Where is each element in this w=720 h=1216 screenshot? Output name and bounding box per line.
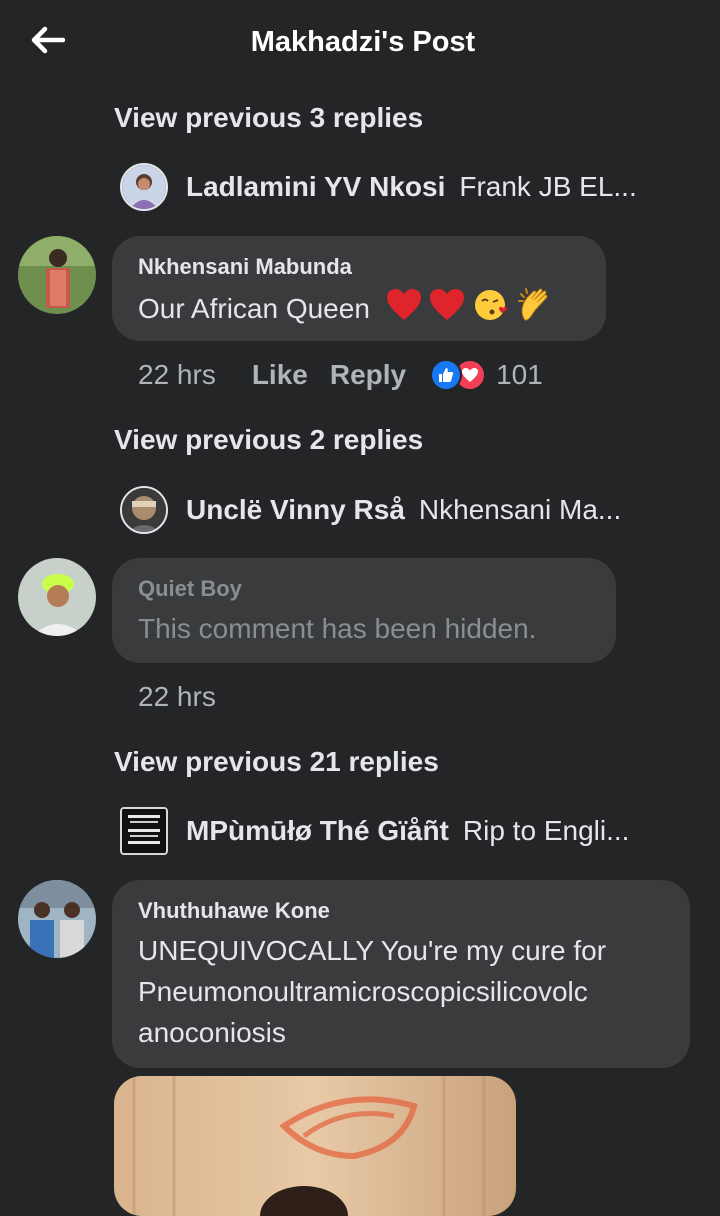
- reply-author[interactable]: MPùmūłø Thé Gïåñt: [186, 815, 449, 847]
- view-previous-replies-link[interactable]: View previous 21 replies: [114, 746, 439, 778]
- reply-snippet: Rip to Engli...: [462, 815, 630, 846]
- reply-author[interactable]: Unclë Vinny Rså: [186, 494, 405, 526]
- like-button[interactable]: Like: [252, 359, 308, 391]
- comment-actions: 22 hrs: [138, 677, 252, 717]
- like-icon: [430, 359, 463, 391]
- clapping-hands-icon: [517, 286, 553, 335]
- comment-text-line: anoconiosis: [138, 1017, 286, 1048]
- comment-text-line: Pneumonoultramicroscopicsilicovolc: [138, 976, 588, 1007]
- comment-timestamp: 22 hrs: [138, 359, 216, 390]
- avatar[interactable]: [18, 558, 96, 636]
- reply-preview[interactable]: Ladlamini YV Nkosi Frank JB EL...: [120, 162, 700, 212]
- face-blowing-kiss-icon: [473, 287, 509, 334]
- reply-snippet: Frank JB EL...: [459, 171, 637, 202]
- comment-text-content: Our African Queen: [138, 292, 370, 324]
- comment-text-line: UNEQUIVOCALLY You're my cure for: [138, 935, 607, 966]
- reply-snippet: Nkhensani Ma...: [418, 494, 622, 525]
- reply-author[interactable]: Ladlamini YV Nkosi: [186, 171, 445, 203]
- comment-photo[interactable]: [114, 1076, 516, 1216]
- avatar: [120, 807, 168, 855]
- page-title: Makhadzi's Post: [250, 26, 476, 58]
- red-heart-icon: [429, 288, 465, 333]
- comment-text: UNEQUIVOCALLY You're my cure for Pneumon…: [138, 930, 666, 1053]
- comment-author[interactable]: Nkhensani Mabunda: [138, 254, 582, 280]
- comment-bubble: Quiet Boy This comment has been hidden.: [112, 558, 616, 663]
- comment-author[interactable]: Quiet Boy: [138, 576, 592, 602]
- comment-author[interactable]: Vhuthuhawe Kone: [138, 898, 666, 924]
- top-bar: Makhadzi's Post: [0, 0, 720, 88]
- comment-bubble: Vhuthuhawe Kone UNEQUIVOCALLY You're my …: [112, 880, 690, 1068]
- avatar[interactable]: [18, 236, 96, 314]
- comment-text: Our African Queen: [138, 286, 582, 335]
- avatar: [120, 486, 168, 534]
- reactions-summary[interactable]: [430, 359, 487, 391]
- comment-actions: 22 hrs Like Reply 101: [138, 355, 543, 395]
- hidden-comment-text: This comment has been hidden.: [138, 613, 537, 644]
- reply-preview[interactable]: MPùmūłø Thé Gïåñt Rip to Engli...: [120, 806, 700, 856]
- avatar[interactable]: [18, 880, 96, 958]
- reply-preview[interactable]: Unclë Vinny Rså Nkhensani Ma...: [120, 485, 700, 535]
- red-heart-icon: [386, 288, 422, 333]
- view-previous-replies-link[interactable]: View previous 3 replies: [114, 102, 423, 134]
- comment-bubble: Nkhensani Mabunda Our African Queen: [112, 236, 606, 341]
- comment-timestamp: 22 hrs: [138, 681, 216, 712]
- avatar: [120, 163, 168, 211]
- view-previous-replies-link[interactable]: View previous 2 replies: [114, 424, 423, 456]
- reply-button[interactable]: Reply: [330, 359, 406, 391]
- reaction-count[interactable]: 101: [496, 359, 543, 391]
